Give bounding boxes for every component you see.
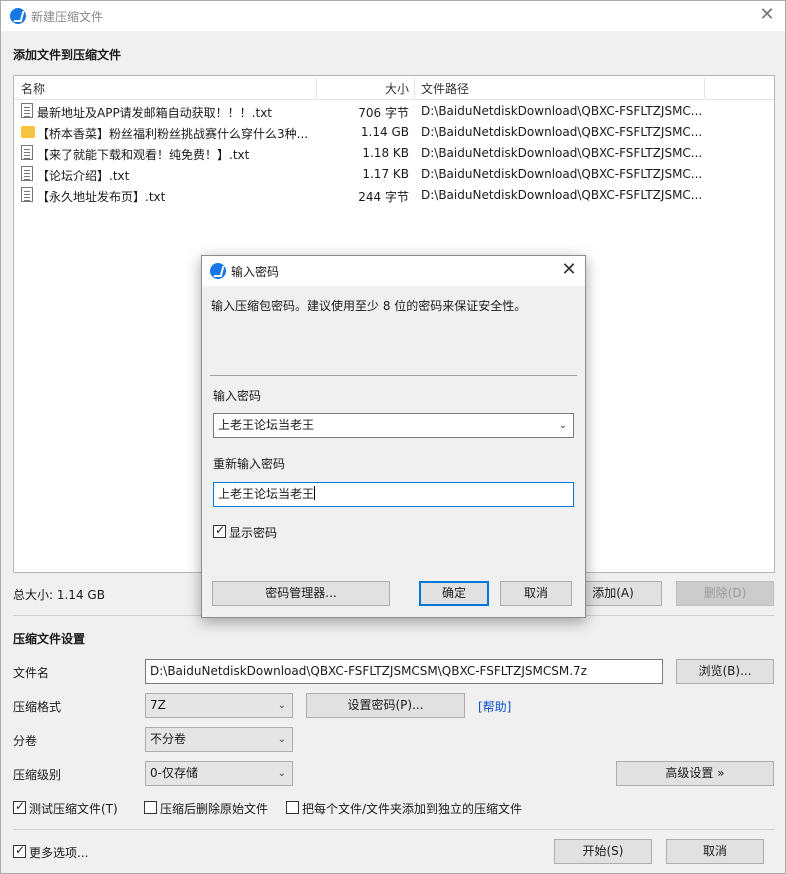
dialog-title-bar: 输入密码 ✕ xyxy=(202,256,585,286)
file-path: D:\BaiduNetdiskDownload\QBXC-FSFLTZJSMC.… xyxy=(421,104,703,118)
file-name: 【永久地址发布页】.txt xyxy=(37,190,166,204)
file-path: D:\BaiduNetdiskDownload\QBXC-FSFLTZJSMC.… xyxy=(421,188,703,202)
dialog-title: 输入密码 xyxy=(231,265,280,279)
file-size: 1.14 GB xyxy=(360,125,409,139)
password-label: 输入密码 xyxy=(213,389,262,403)
text-file-icon xyxy=(21,103,33,118)
separate-archives-checkbox[interactable] xyxy=(286,801,299,814)
show-password-checkbox[interactable] xyxy=(213,523,226,538)
text-file-icon xyxy=(21,166,33,181)
password-input[interactable]: 上老王论坛当老王 ⌄ xyxy=(213,413,574,438)
divider xyxy=(13,829,775,830)
column-header-path[interactable]: 文件路径 xyxy=(421,80,469,97)
test-archive-label[interactable]: 测试压缩文件(T) xyxy=(29,800,118,817)
confirm-password-value: 上老王论坛当老王 xyxy=(218,487,315,501)
window-title: 新建压缩文件 xyxy=(31,10,104,24)
confirm-password-input[interactable]: 上老王论坛当老王 xyxy=(213,482,574,507)
password-value: 上老王论坛当老王 xyxy=(218,418,315,432)
volume-label: 分卷 xyxy=(13,734,38,748)
file-path: D:\BaiduNetdiskDownload\QBXC-FSFLTZJSMC.… xyxy=(421,167,703,181)
test-archive-checkbox[interactable] xyxy=(13,799,26,814)
file-row[interactable]: 最新地址及APP请发邮箱自动获取！！！.txt 706 字节 D:\BaiduN… xyxy=(14,101,774,122)
app-logo-icon xyxy=(10,8,26,24)
start-button[interactable]: 开始(S) xyxy=(554,839,652,864)
column-header-size[interactable]: 大小 xyxy=(314,80,409,97)
text-file-icon xyxy=(21,187,33,202)
dialog-cancel-button[interactable]: 取消 xyxy=(500,581,572,606)
browse-button[interactable]: 浏览(B)... xyxy=(676,659,774,684)
file-name: 【论坛介绍】.txt xyxy=(37,169,130,183)
cancel-button[interactable]: 取消 xyxy=(666,839,764,864)
close-icon[interactable]: ✕ xyxy=(757,5,777,25)
separate-archives-label[interactable]: 把每个文件/文件夹添加到独立的压缩文件 xyxy=(302,800,522,817)
chevron-down-icon[interactable]: ⌄ xyxy=(559,414,567,437)
column-divider[interactable] xyxy=(704,78,705,98)
more-options-label[interactable]: 更多选项... xyxy=(29,844,88,861)
close-icon[interactable]: ✕ xyxy=(559,259,579,280)
file-size: 1.17 KB xyxy=(362,167,409,181)
file-row[interactable]: 【来了就能下载和观看！纯免费！】.txt 1.18 KB D:\BaiduNet… xyxy=(14,143,774,164)
column-header-name[interactable]: 名称 xyxy=(21,80,45,97)
delete-after-checkbox[interactable] xyxy=(144,801,157,814)
compression-level-select[interactable]: 0-仅存储 ⌄ xyxy=(145,761,293,786)
compression-level-label: 压缩级别 xyxy=(13,768,62,782)
ok-button[interactable]: 确定 xyxy=(419,581,489,606)
divider xyxy=(210,375,577,376)
compression-level-value: 0-仅存储 xyxy=(150,766,198,780)
password-manager-button[interactable]: 密码管理器... xyxy=(212,581,390,606)
file-path: D:\BaiduNetdiskDownload\QBXC-FSFLTZJSMC.… xyxy=(421,146,703,160)
app-logo-icon xyxy=(210,263,226,279)
chevron-down-icon: ⌄ xyxy=(277,768,286,779)
file-name: 最新地址及APP请发邮箱自动获取！！！.txt xyxy=(37,106,273,120)
format-value: 7Z xyxy=(150,698,166,712)
file-row[interactable]: 【永久地址发布页】.txt 244 字节 D:\BaiduNetdiskDown… xyxy=(14,185,774,206)
advanced-settings-button[interactable]: 高级设置 » xyxy=(616,761,774,786)
file-size: 1.18 KB xyxy=(362,146,409,160)
help-link[interactable]: [帮助] xyxy=(478,698,511,715)
title-bar: 新建压缩文件 ✕ xyxy=(1,1,785,31)
file-row[interactable]: 【论坛介绍】.txt 1.17 KB D:\BaiduNetdiskDownlo… xyxy=(14,164,774,185)
more-options-checkbox[interactable] xyxy=(13,843,26,858)
chevron-down-icon: ⌄ xyxy=(277,700,286,711)
file-row[interactable]: 【桥本香菜】粉丝福利粉丝挑战赛什么穿什么3种... 1.14 GB D:\Bai… xyxy=(14,122,774,143)
add-files-section-title: 添加文件到压缩文件 xyxy=(13,48,122,62)
volume-value: 不分卷 xyxy=(150,732,187,746)
file-name: 【桥本香菜】粉丝福利粉丝挑战赛什么穿什么3种... xyxy=(37,127,309,141)
format-select[interactable]: 7Z ⌄ xyxy=(145,693,293,718)
file-list-header: 名称 大小 文件路径 xyxy=(14,76,774,100)
text-caret xyxy=(314,486,316,500)
folder-icon xyxy=(21,126,35,138)
archive-settings-title: 压缩文件设置 xyxy=(13,632,86,646)
chevron-down-icon: ⌄ xyxy=(277,734,286,745)
text-file-icon xyxy=(21,145,33,160)
set-password-button[interactable]: 设置密码(P)... xyxy=(306,693,465,718)
filename-input[interactable]: D:\BaiduNetdiskDownload\QBXC-FSFLTZJSMCS… xyxy=(145,659,663,684)
confirm-password-label: 重新输入密码 xyxy=(213,457,286,471)
file-size: 706 字节 xyxy=(358,106,409,120)
file-size: 244 字节 xyxy=(358,190,409,204)
total-size-label: 总大小: 1.14 GB xyxy=(13,588,105,602)
delete-button[interactable]: 删除(D) xyxy=(676,581,774,606)
show-password-label[interactable]: 显示密码 xyxy=(229,524,277,541)
file-name: 【来了就能下载和观看！纯免费！】.txt xyxy=(37,148,250,162)
password-dialog: 输入密码 ✕ 输入压缩包密码。建议使用至少 8 位的密码来保证安全性。 输入密码… xyxy=(201,255,586,618)
file-path: D:\BaiduNetdiskDownload\QBXC-FSFLTZJSMC.… xyxy=(421,125,703,139)
dialog-description: 输入压缩包密码。建议使用至少 8 位的密码来保证安全性。 xyxy=(211,299,527,313)
filename-label: 文件名 xyxy=(13,666,50,680)
format-label: 压缩格式 xyxy=(13,700,62,714)
dialog-description-area: 输入压缩包密码。建议使用至少 8 位的密码来保证安全性。 xyxy=(202,286,585,376)
column-divider[interactable] xyxy=(414,78,415,98)
volume-select[interactable]: 不分卷 ⌄ xyxy=(145,727,293,752)
delete-after-label[interactable]: 压缩后删除原始文件 xyxy=(160,800,268,817)
